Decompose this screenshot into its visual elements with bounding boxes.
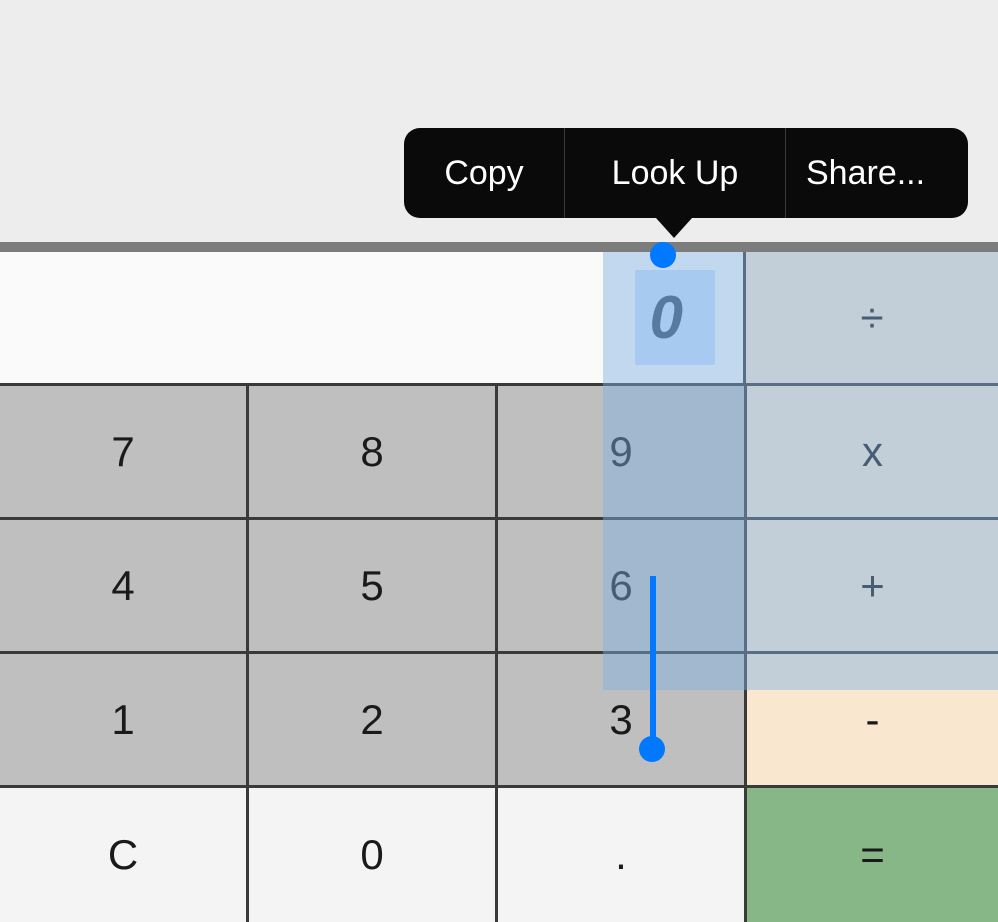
display-value: 0 (650, 283, 683, 352)
multiply-button[interactable]: x (747, 386, 998, 520)
equals-button[interactable]: = (747, 788, 998, 922)
display-row: 0 ÷ (0, 252, 998, 386)
key-5[interactable]: 5 (249, 520, 498, 654)
lookup-button[interactable]: Look Up (565, 128, 785, 218)
key-7[interactable]: 7 (0, 386, 249, 520)
selection-handle-icon[interactable] (650, 242, 676, 268)
clear-button[interactable]: C (0, 788, 249, 922)
share-button[interactable]: Share... (786, 128, 945, 218)
divider (0, 242, 998, 252)
menu-arrow-icon (656, 218, 692, 238)
divide-button[interactable]: ÷ (746, 252, 998, 383)
key-3[interactable]: 3 (498, 654, 747, 788)
keypad: 7 8 9 x 4 5 6 + 1 2 3 - C 0 . = (0, 386, 998, 922)
key-9[interactable]: 9 (498, 386, 747, 520)
key-2[interactable]: 2 (249, 654, 498, 788)
plus-button[interactable]: + (747, 520, 998, 654)
key-8[interactable]: 8 (249, 386, 498, 520)
minus-button[interactable]: - (747, 654, 998, 788)
top-background: Copy Look Up Share... (0, 0, 998, 252)
calculator: 0 ÷ 7 8 9 x 4 5 6 + 1 2 3 - C 0 . = (0, 252, 998, 922)
key-0[interactable]: 0 (249, 788, 498, 922)
display-cell[interactable]: 0 (0, 252, 746, 383)
key-6[interactable]: 6 (498, 520, 747, 654)
key-4[interactable]: 4 (0, 520, 249, 654)
copy-button[interactable]: Copy (404, 128, 564, 218)
decimal-button[interactable]: . (498, 788, 747, 922)
key-1[interactable]: 1 (0, 654, 249, 788)
context-menu: Copy Look Up Share... (404, 128, 968, 218)
